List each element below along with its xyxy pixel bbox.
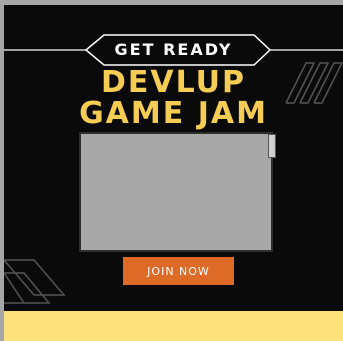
footer-band [4,311,343,341]
media-placeholder [79,132,273,252]
corner-stripes-decoration [4,259,66,304]
scrollbar-thumb[interactable] [268,134,276,158]
event-title-line2: GAME JAM [79,96,268,131]
event-title-line1: DEVLUP [100,65,246,100]
event-banner: GET READY DEVLUP GAME JAM JOIN NOW [4,5,343,311]
tag-label: GET READY [114,40,233,59]
join-now-button[interactable]: JOIN NOW [123,257,234,285]
